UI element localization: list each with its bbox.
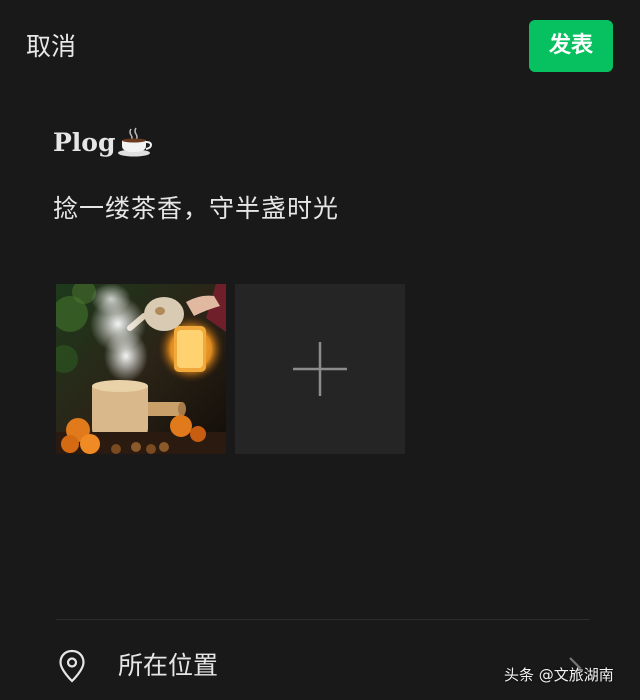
attached-photo-thumbnail[interactable] bbox=[56, 284, 226, 454]
add-photo-button[interactable] bbox=[235, 284, 405, 454]
divider bbox=[56, 619, 590, 620]
watermark-text: 头条 @文旅湖南 bbox=[504, 666, 614, 684]
location-label: 所在位置 bbox=[118, 651, 219, 680]
plus-icon bbox=[293, 342, 347, 396]
location-pin-icon bbox=[59, 649, 85, 683]
post-title-row[interactable]: Plog bbox=[53, 123, 153, 161]
tea-photo bbox=[56, 284, 226, 454]
post-body-text[interactable]: 捻一缕茶香，守半盏时光 bbox=[53, 190, 339, 228]
publish-button[interactable]: 发表 bbox=[529, 20, 613, 72]
coffee-cup-icon bbox=[118, 127, 153, 157]
cancel-button[interactable]: 取消 bbox=[26, 30, 76, 64]
post-title: Plog bbox=[53, 127, 116, 157]
